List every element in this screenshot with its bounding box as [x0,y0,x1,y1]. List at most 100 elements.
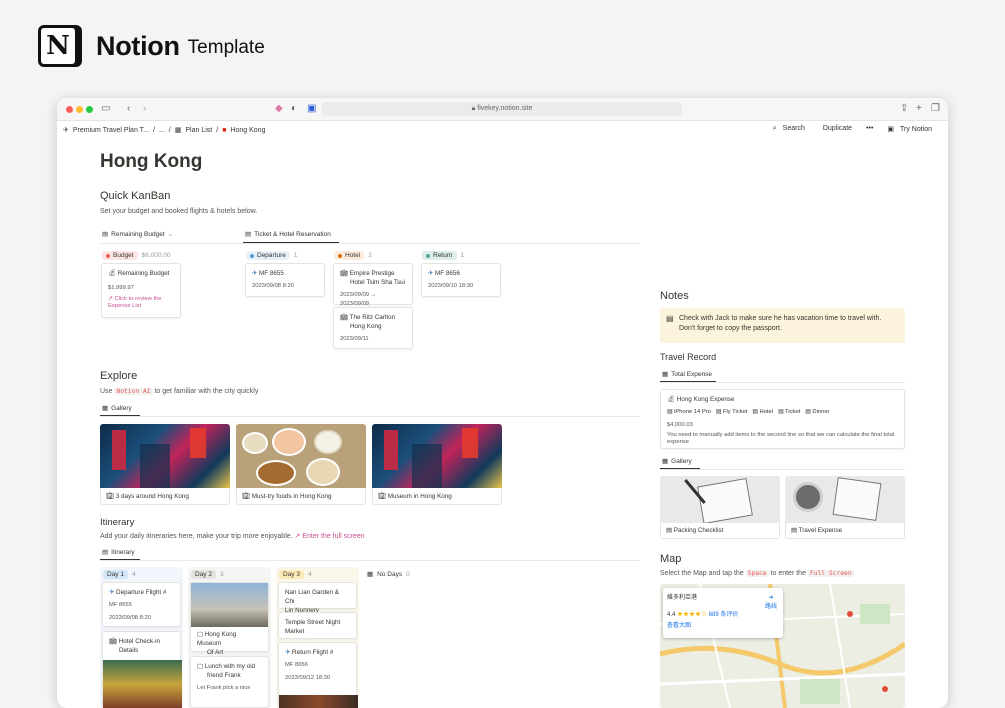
tab-label: Gallery [671,457,692,465]
breadcrumb-item-plan[interactable]: Premium Travel Plan T... [73,127,149,134]
day3-pill[interactable]: Day 3 [279,570,304,579]
day1-card-hotel[interactable]: 🏨︎ Hotel Check-in Details [102,631,182,708]
fullscreen-code: Full Screen [807,570,854,577]
expense-card[interactable]: 💰︎ Hong Kong Expense ▤ iPhone 14 Pro ▤ F… [660,389,905,449]
memo-icon: ▤ [666,314,674,323]
return-plane-icon: ✈ [428,270,436,277]
shield-icon[interactable]: ◐ [291,103,297,115]
hotel-card-ritz[interactable]: 🏨︎ The Ritz Carlton Hong Kong 2023/09/11 [333,307,413,349]
breadcrumb-separator: / [216,126,219,134]
hotel2-line1: The Ritz Carlton [349,314,396,321]
expense-note2: expense [667,439,689,445]
expense-tag-iphone: ▤ iPhone 14 Pro [667,408,711,417]
search-button[interactable]: ⌕ Search [773,125,809,133]
notion-logo-icon: N [38,25,78,67]
gallery-card-museum[interactable]: 🏢︎ Museum in Hong Kong [372,488,502,505]
tab-explore-gallery[interactable]: ▦ Gallery [102,404,132,413]
return-card[interactable]: ✈ MF 8656 2023/09/10 18:30 [421,263,501,297]
back-icon[interactable]: ‹ [127,103,130,115]
day3-card3-title: Return Flight # [292,649,334,656]
duplicate-button[interactable]: Duplicate [823,125,852,133]
tab-remaining-budget[interactable]: ▤ Remaining Budget ⌄ [102,230,174,239]
minimize-dot[interactable] [76,106,83,113]
brand-subtitle: Template [187,37,265,58]
close-dot[interactable] [66,106,73,113]
gallery-card-3days[interactable]: 🏢︎ 3 days around Hong Kong [100,488,230,505]
gallery-card-foods[interactable]: 🏢︎ Must-try foods in Hong Kong [236,488,366,505]
day3-card-temple[interactable]: Temple Street Night Market [278,612,357,639]
expense-tag-fly: ▤ Fly Ticket [716,408,748,417]
page-title: Hong Kong [100,151,203,172]
sidebar-toggle-icon[interactable]: ▭ [101,103,110,115]
packing-card[interactable]: ▤ Packing Checklist [660,523,780,539]
day1-card-flight[interactable]: ✈ Departure Flight # MF 8655 2023/09/08 … [102,582,181,627]
map-view-larger[interactable]: 查看大图 [667,620,779,629]
tab-ticket-hotel[interactable]: ▤ Ticket & Hotel Reservation [245,230,331,239]
notes-line2: Don't forget to copy the passport. [679,325,782,332]
day2-card-lunch[interactable]: ▢ Lunch with my old friend Frank Let Fran… [190,656,269,708]
more-button[interactable]: ••• [866,125,873,133]
gallery-image-foods[interactable] [236,424,366,488]
tag-label: Dinner [812,409,830,415]
day3-card-garden[interactable]: Nan Lian Garden & Chi Lin Nunnery [278,582,357,614]
breadcrumb-ellipsis[interactable]: ... [159,127,165,134]
day2-card2-line1: Lunch with my old [204,663,256,670]
departure-card[interactable]: ✈ MF 8655 2023/09/08 8:20 [245,263,325,297]
tab-record-gallery[interactable]: ▦ Gallery [662,457,692,466]
kanban-heading: Quick KanBan [100,190,171,202]
group-budget: Budget $6,000.00 [102,251,171,260]
bookmark-icon[interactable]: ▣ [307,103,316,115]
budget-card[interactable]: 💰︎ Remaining Budget $1,999.97 ↗ Click to… [101,263,181,318]
kanban-desc: Set your budget and booked flights & hot… [100,208,258,215]
explore-desc-post: to get familiar with the city quickly [154,388,259,395]
group-hotel: Hotel 2 [334,251,372,260]
budget-link-2[interactable]: Expense List [108,303,141,309]
gallery-image-3days[interactable] [100,424,230,488]
tab-itinerary[interactable]: ▤ Itinerary [102,548,135,557]
map-rating: 4.4 [667,612,676,618]
gallery-image-museum[interactable] [372,424,502,488]
gallery-caption: 3 days around Hong Kong [115,493,189,500]
chevron-down-icon: ⌄ [167,231,174,238]
day3-card-return[interactable]: ✈ Return Flight # MF 8656 2023/09/12 18:… [278,642,358,708]
hotel-pill[interactable]: Hotel [334,251,365,260]
hotel2-line2: Hong Kong [350,323,382,330]
map-reviews[interactable]: 689 条评价 [709,612,739,618]
nodays-label[interactable]: No Days [377,571,402,578]
share-icon[interactable]: ⇪ [900,103,908,115]
departure-card-date: 2023/09/08 8:20 [252,283,294,289]
travel-expense-card[interactable]: ▤ Travel Expense [785,523,905,539]
day2-card-museum[interactable]: ▢ Hong Kong Museum Of Art [190,582,269,656]
map-stars: ★★★★☆ [677,612,708,618]
tab-total-expense[interactable]: ▦ Total Expense [662,370,712,379]
day2-pill[interactable]: Day 2 [191,570,216,579]
map-directions[interactable]: ➜ 路线 [765,594,777,610]
budget-link-1[interactable]: Click to review the [114,296,161,302]
hotel-card-empire[interactable]: 🏨︎ Empire Prestige Hotel Tsim Sha Tsui 20… [333,263,413,307]
departure-pill[interactable]: Departure [246,251,290,260]
try-notion-button[interactable]: ▣ Try Notion [887,125,936,133]
explore-heading: Explore [100,370,138,382]
tabs-icon[interactable]: ❐ [931,103,940,115]
day1-card1-sub: MF 8655 [109,602,132,608]
budget-pill[interactable]: Budget [102,251,138,260]
group-nodays: ▦ No Days 0 [367,570,410,579]
fullscreen-link[interactable]: ↗ Enter the full screen [295,533,365,540]
forward-icon[interactable]: › [143,103,146,115]
map-embed[interactable]: 維多利亞港 4.4 ★★★★☆ 689 条评价 查看大图 ➜ 路线 [660,584,905,708]
breadcrumb-item-hong-kong[interactable]: Hong Kong [230,127,265,134]
page-icon: ▢ [197,663,205,670]
address-bar[interactable]: 🔒︎ fivekey.notion.site [322,102,682,116]
map-place-card[interactable]: 維多利亞港 4.4 ★★★★☆ 689 条评价 查看大图 ➜ 路线 [663,588,783,638]
packing-image[interactable] [660,476,780,523]
day1-pill[interactable]: Day 1 [103,570,128,579]
new-tab-icon[interactable]: + [916,103,922,115]
money-bag-icon: 💰︎ [667,396,677,403]
tag-label: Fly Ticket [722,409,748,415]
return-pill[interactable]: Return [422,251,457,260]
breadcrumb-item-plan-list[interactable]: Plan List [185,127,212,134]
zoom-dot[interactable] [86,106,93,113]
expense-image[interactable] [785,476,905,523]
extension-icon[interactable]: ◆ [275,103,283,115]
expense-tag-dinner: ▤ Dinner [805,408,829,417]
